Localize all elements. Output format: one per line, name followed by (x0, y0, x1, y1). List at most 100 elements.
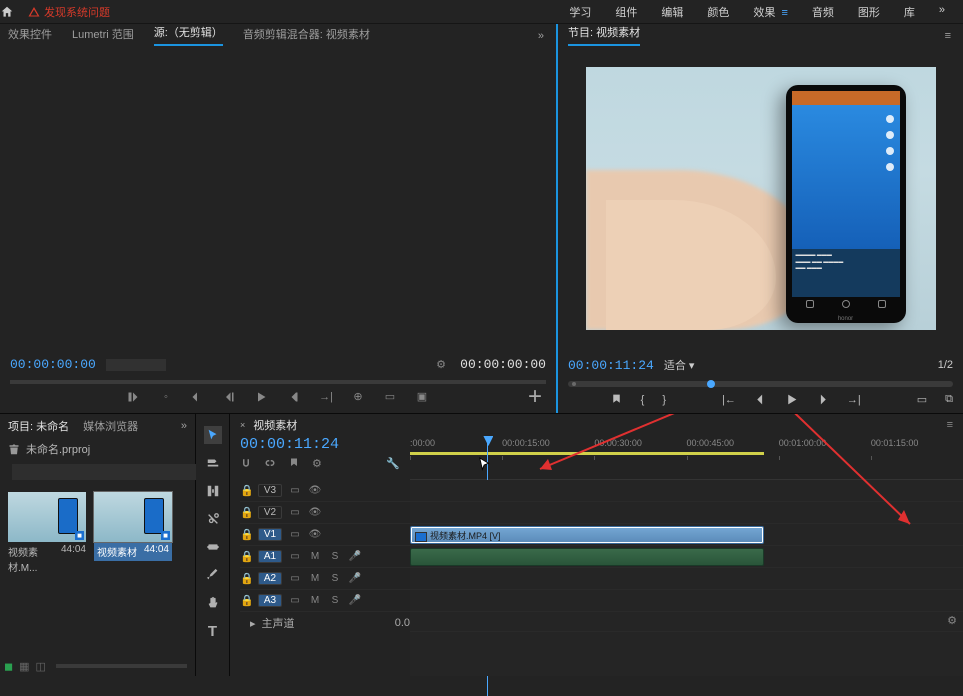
project-item[interactable]: ■ 视频素材44:04 (94, 492, 172, 561)
view-list-icon[interactable]: ◼ (4, 660, 13, 673)
view-freeform-icon[interactable]: ◫ (36, 660, 46, 673)
solo-icon[interactable]: S (328, 551, 342, 562)
button-editor-icon[interactable]: + (528, 390, 542, 404)
workspace-tab-audio[interactable]: 音频 (812, 4, 834, 20)
project-overflow-icon[interactable]: » (181, 420, 187, 432)
go-to-in-icon[interactable]: |← (722, 394, 736, 406)
lock-icon[interactable]: 🔒 (240, 506, 252, 519)
solo-icon[interactable]: S (328, 595, 342, 606)
tab-audio-clip-mixer[interactable]: 音频剪辑混合器: 视频素材 (243, 26, 370, 46)
voice-over-icon[interactable]: 🎤 (348, 573, 362, 584)
program-timecode[interactable]: 00:00:11:24 (568, 358, 654, 373)
overwrite-icon[interactable]: ▭ (383, 390, 397, 403)
go-to-out-icon[interactable]: →| (319, 391, 333, 403)
workspace-tab-learn[interactable]: 学习 (569, 4, 591, 20)
panel-overflow-icon[interactable]: » (538, 30, 556, 46)
tool-selection[interactable] (204, 426, 222, 444)
tool-hand[interactable] (204, 594, 222, 612)
toggle-output-icon[interactable]: ▭ (288, 551, 302, 562)
solo-icon[interactable]: S (328, 573, 342, 584)
program-scrubber[interactable] (568, 381, 953, 387)
toggle-output-icon[interactable]: ▭ (288, 595, 302, 606)
tab-lumetri-scopes[interactable]: Lumetri 范围 (72, 26, 134, 46)
workspace-tab-effects[interactable]: 效果 ≡ (753, 4, 788, 20)
mark-in-icon[interactable] (127, 391, 141, 403)
lock-icon[interactable]: 🔒 (240, 528, 252, 541)
clip-audio[interactable] (410, 548, 764, 566)
extract-icon[interactable]: ⧉ (945, 393, 953, 406)
clip-video[interactable]: 视频素材.MP4 [V] (410, 526, 764, 544)
lock-icon[interactable]: 🔒 (240, 572, 252, 585)
lock-icon[interactable]: 🔒 (240, 550, 252, 563)
lock-icon[interactable]: 🔒 (240, 594, 252, 607)
mark-out-icon[interactable]: ◦ (159, 391, 173, 403)
track-head-v3[interactable]: 🔒V3▭👁 (240, 480, 410, 502)
settings-icon[interactable]: ⚙ (312, 457, 322, 470)
go-to-out-icon[interactable]: →| (847, 394, 861, 406)
step-fwd-icon[interactable] (816, 393, 829, 406)
add-marker-icon[interactable] (610, 393, 623, 406)
wrench-icon[interactable]: 🔧 (386, 457, 400, 470)
step-fwd-icon[interactable] (287, 391, 301, 403)
mute-icon[interactable]: M (308, 573, 322, 584)
voice-over-icon[interactable]: 🎤 (348, 551, 362, 562)
timeline-options-icon[interactable]: ⚙ (947, 614, 957, 627)
tool-type[interactable]: T (204, 622, 222, 640)
view-icon-icon[interactable]: ▦ (19, 660, 29, 673)
lift-icon[interactable]: ▭ (917, 393, 927, 406)
mark-out-icon[interactable]: } (662, 394, 666, 406)
insert-icon[interactable]: ⊕ (351, 390, 365, 403)
mark-in-icon[interactable]: { (641, 394, 645, 406)
step-back-icon[interactable] (223, 391, 237, 403)
tab-effect-controls[interactable]: 效果控件 (8, 26, 52, 46)
project-item[interactable]: ■ 视频素材.M...44:04 (8, 492, 86, 576)
mute-icon[interactable]: M (308, 551, 322, 562)
workspace-overflow-icon[interactable]: » (939, 4, 945, 20)
tab-media-browser[interactable]: 媒体浏览器 (83, 418, 138, 434)
marker-icon[interactable] (288, 457, 300, 470)
workspace-tab-assembly[interactable]: 组件 (615, 4, 637, 20)
step-back-icon[interactable] (754, 393, 767, 406)
track-head-a2[interactable]: 🔒A2▭MS🎤 (240, 568, 410, 590)
toggle-output-icon[interactable]: ▭ (288, 485, 302, 496)
tab-project[interactable]: 项目: 未命名 (8, 418, 69, 434)
timeline-menu-icon[interactable]: ≡ (947, 419, 953, 431)
eye-icon[interactable]: 👁 (308, 529, 322, 540)
close-sequence-icon[interactable]: × (240, 420, 245, 430)
toggle-output-icon[interactable]: ▭ (288, 573, 302, 584)
source-scrubber[interactable] (10, 380, 546, 384)
timeline-timecode[interactable]: 00:00:11:24 (240, 436, 400, 453)
export-frame-icon[interactable]: ▣ (415, 390, 429, 403)
tab-program-monitor[interactable]: 节目: 视频素材 (568, 24, 640, 46)
tool-pen[interactable] (204, 566, 222, 584)
mute-icon[interactable]: M (308, 595, 322, 606)
toggle-output-icon[interactable]: ▭ (288, 507, 302, 518)
track-head-v1[interactable]: 🔒V1▭👁 (240, 524, 410, 546)
tool-ripple-edit[interactable] (204, 482, 222, 500)
play-icon[interactable] (785, 393, 798, 406)
tab-source-monitor[interactable]: 源:（无剪辑） (154, 24, 223, 46)
workspace-tab-graphics[interactable]: 图形 (858, 4, 880, 20)
lock-icon[interactable]: 🔒 (240, 484, 252, 497)
voice-over-icon[interactable]: 🎤 (348, 595, 362, 606)
source-wrench-icon[interactable]: ⚙ (436, 358, 450, 371)
tool-slip[interactable] (204, 538, 222, 556)
sequence-title[interactable]: 视频素材 (253, 417, 297, 433)
program-zoom-select[interactable]: 适合 (664, 357, 695, 373)
mark-clip-icon[interactable] (191, 391, 205, 403)
track-head-a3[interactable]: 🔒A3▭MS🎤 (240, 590, 410, 612)
workspace-tab-color[interactable]: 颜色 (707, 4, 729, 20)
system-warning[interactable]: 发现系统问题 (28, 4, 110, 20)
play-icon[interactable] (255, 391, 269, 403)
toggle-output-icon[interactable]: ▭ (288, 529, 302, 540)
eye-icon[interactable]: 👁 (308, 507, 322, 518)
timeline-ruler[interactable]: :00:00 00:00:15:00 00:00:30:00 00:00:45:… (410, 436, 963, 480)
eye-icon[interactable]: 👁 (308, 485, 322, 496)
workspace-tab-library[interactable]: 库 (904, 4, 915, 20)
work-area-bar[interactable] (410, 452, 764, 455)
panel-menu-icon[interactable]: ≡ (945, 30, 963, 46)
snap-icon[interactable] (240, 457, 252, 470)
source-timecode-left[interactable]: 00:00:00:00 (10, 357, 96, 372)
track-head-v2[interactable]: 🔒V2▭👁 (240, 502, 410, 524)
project-search-input[interactable] (12, 464, 197, 480)
